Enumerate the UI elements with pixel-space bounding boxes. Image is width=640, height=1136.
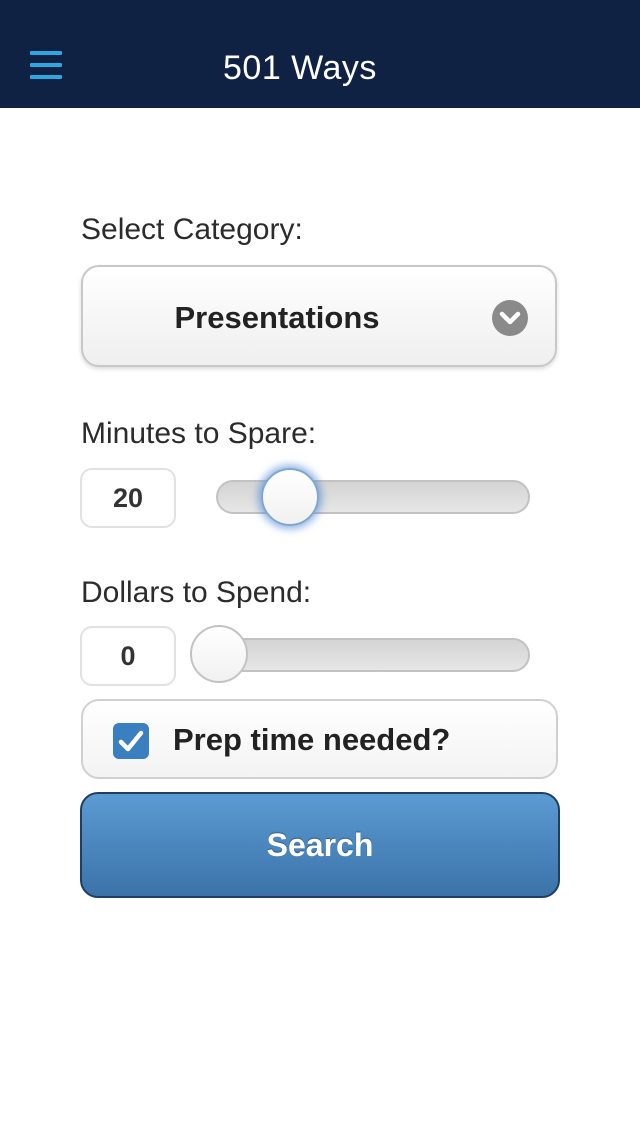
dollars-slider-thumb[interactable] (190, 625, 248, 683)
app-title: 501 Ways (223, 49, 377, 87)
category-selected-value: Presentations (174, 300, 380, 335)
chevron-down-circle-icon (492, 300, 528, 336)
prep-time-toggle[interactable]: Prep time needed? (81, 699, 558, 779)
category-select[interactable]: Presentations (81, 265, 557, 367)
hamburger-menu-icon[interactable] (30, 51, 62, 81)
minutes-value-field[interactable]: 20 (80, 468, 176, 528)
minutes-label: Minutes to Spare: (81, 417, 317, 450)
checkmark-icon (118, 730, 144, 752)
search-button[interactable]: Search (80, 792, 560, 898)
dollars-slider-track[interactable] (216, 638, 530, 672)
category-label: Select Category: (81, 213, 303, 246)
prep-time-checkbox[interactable] (113, 723, 149, 759)
dollars-value-field[interactable]: 0 (80, 626, 176, 686)
app-header: 501 Ways (0, 0, 640, 108)
minutes-slider-thumb[interactable] (260, 468, 319, 526)
prep-time-label: Prep time needed? (173, 722, 451, 757)
dollars-label: Dollars to Spend: (81, 576, 312, 609)
